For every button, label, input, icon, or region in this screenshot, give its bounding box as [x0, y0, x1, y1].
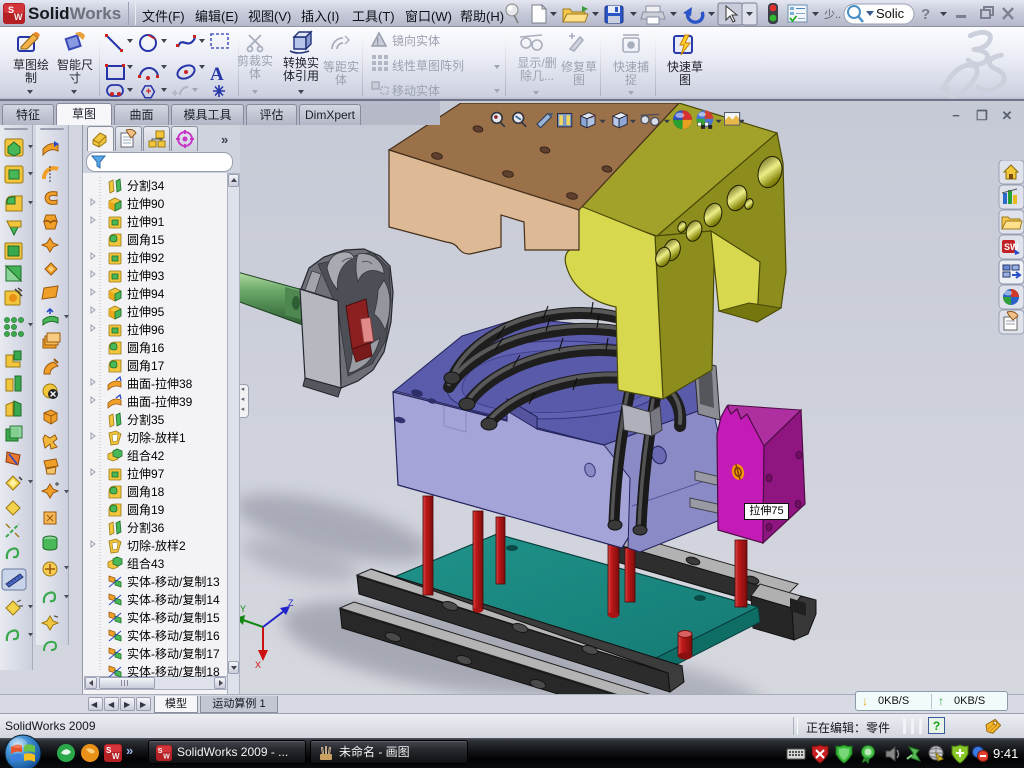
- svg-text:实体-移动/复制13: 实体-移动/复制13: [127, 574, 220, 589]
- svg-text:圆角19: 圆角19: [127, 503, 165, 517]
- svg-text:拉伸92: 拉伸92: [127, 250, 165, 265]
- svg-text:曲面-拉伸38: 曲面-拉伸38: [127, 376, 193, 391]
- svg-text:Solic: Solic: [876, 6, 905, 21]
- svg-text:拉伸90: 拉伸90: [127, 196, 165, 211]
- svg-text:A: A: [210, 64, 224, 85]
- svg-text:分割34: 分割34: [127, 178, 165, 193]
- svg-text:拉伸96: 拉伸96: [127, 322, 165, 337]
- svg-text:拉伸93: 拉伸93: [127, 268, 165, 283]
- svg-text:实体-移动/复制18: 实体-移动/复制18: [127, 664, 220, 677]
- svg-text:拉伸97: 拉伸97: [127, 466, 165, 481]
- svg-text:实体-移动/复制16: 实体-移动/复制16: [127, 628, 220, 643]
- svg-text:圆角17: 圆角17: [127, 359, 165, 373]
- svg-text:Y: Y: [240, 604, 246, 614]
- svg-text:!: !: [938, 756, 940, 763]
- svg-text:拉伸94: 拉伸94: [127, 286, 165, 301]
- svg-text:W: W: [14, 12, 23, 22]
- svg-text:拉伸91: 拉伸91: [127, 214, 165, 229]
- svg-text:组合42: 组合42: [127, 448, 165, 463]
- svg-text:SW: SW: [1004, 242, 1019, 252]
- svg-text:切除-放样1: 切除-放样1: [127, 430, 186, 445]
- svg-text:切除-放样2: 切除-放样2: [127, 538, 186, 553]
- svg-text:组合43: 组合43: [127, 556, 165, 571]
- svg-text:分割36: 分割36: [127, 520, 165, 535]
- svg-text:S: S: [158, 747, 163, 755]
- svg-text:W: W: [163, 752, 170, 760]
- svg-text:!: !: [376, 37, 379, 48]
- svg-text:分割35: 分割35: [127, 412, 165, 427]
- svg-text:圆角15: 圆角15: [127, 233, 165, 247]
- svg-text:»: »: [126, 743, 133, 758]
- svg-text:Z: Z: [288, 598, 294, 608]
- svg-text:少..: 少..: [824, 8, 841, 21]
- svg-text:W: W: [112, 752, 120, 761]
- svg-text:拉伸95: 拉伸95: [127, 304, 165, 319]
- svg-text:实体-移动/复制17: 实体-移动/复制17: [127, 646, 220, 661]
- svg-text:圆角18: 圆角18: [127, 485, 165, 499]
- svg-text:实体-移动/复制14: 实体-移动/复制14: [127, 592, 220, 607]
- svg-text:X: X: [255, 660, 261, 670]
- svg-text:?: ?: [921, 6, 930, 23]
- svg-text:曲面-拉伸39: 曲面-拉伸39: [127, 394, 193, 409]
- svg-text:实体-移动/复制15: 实体-移动/复制15: [127, 610, 220, 625]
- svg-text:圆角16: 圆角16: [127, 341, 165, 355]
